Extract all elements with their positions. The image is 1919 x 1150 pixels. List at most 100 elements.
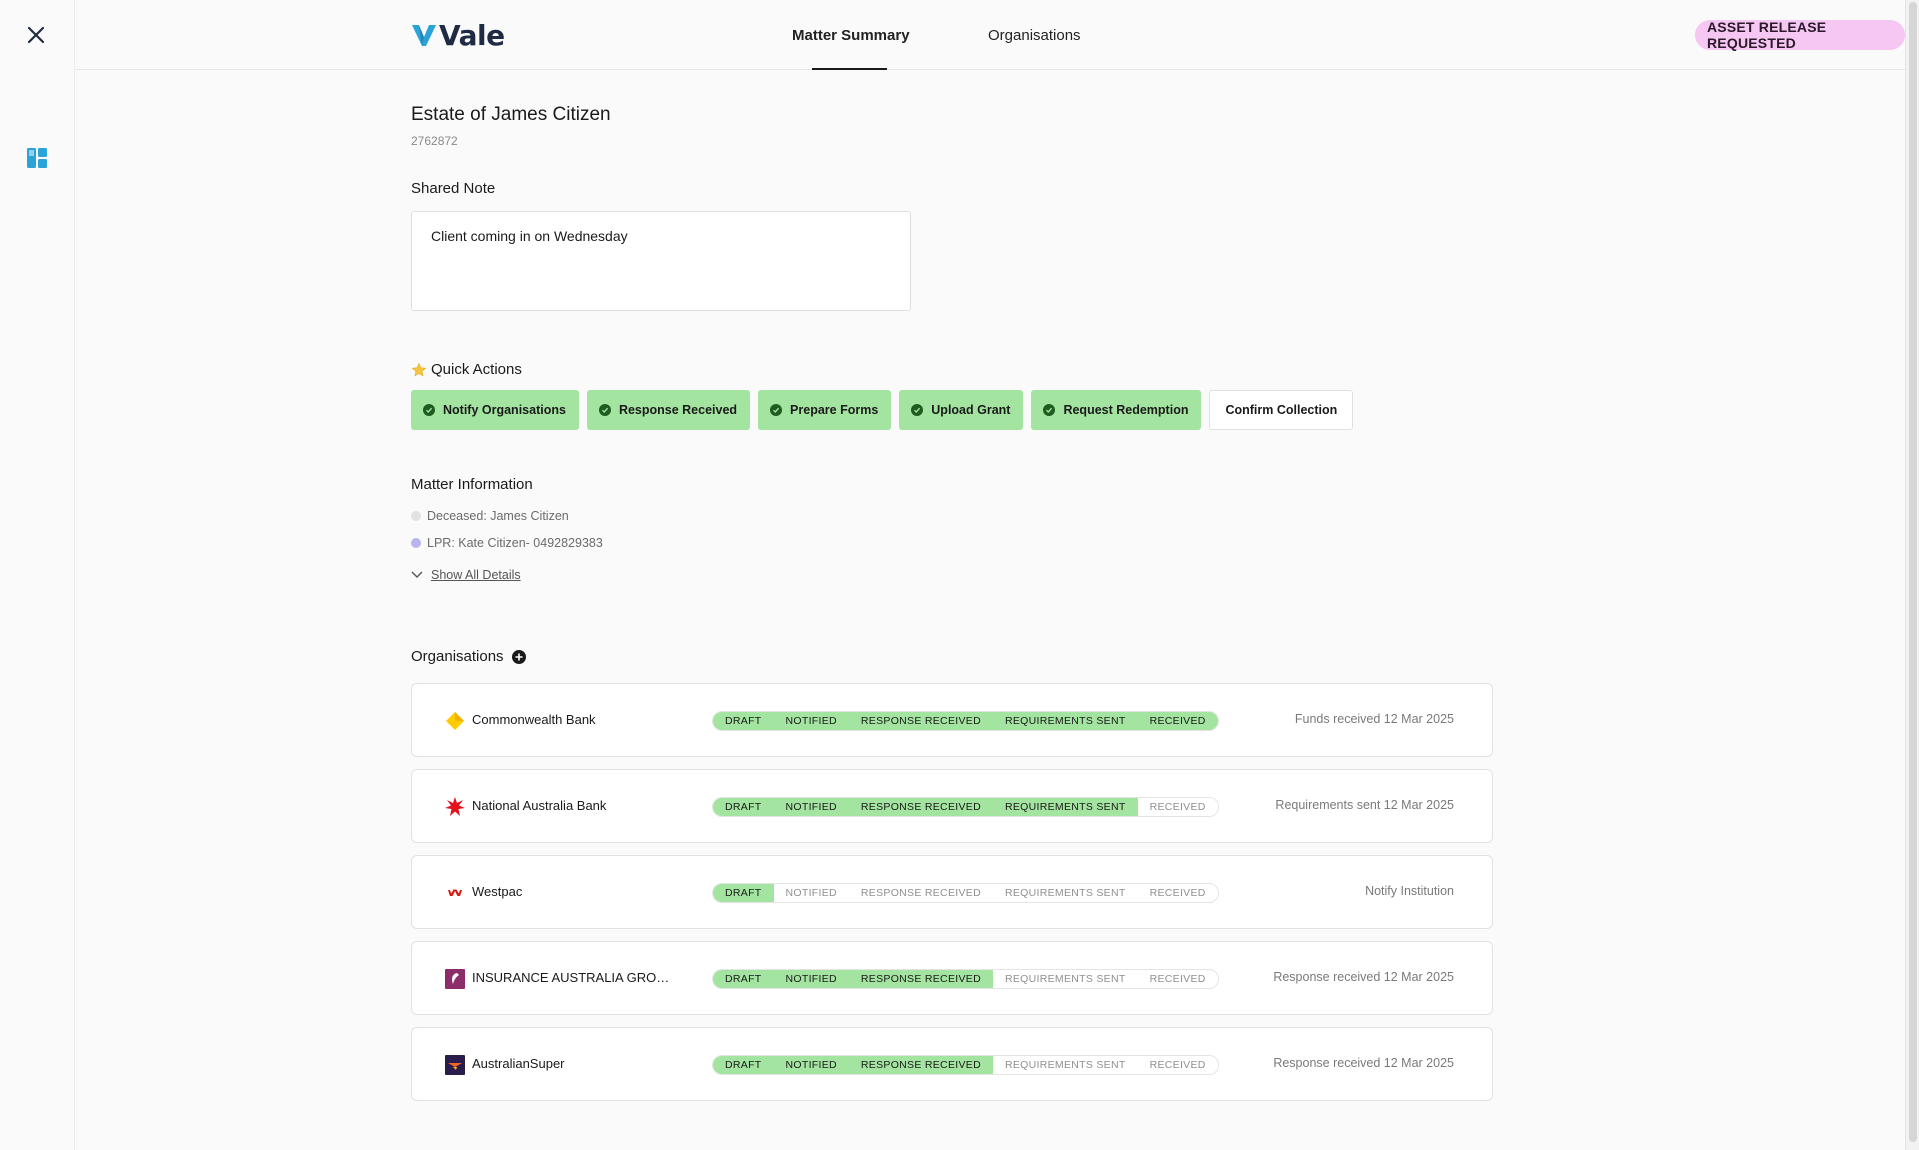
stage-progress: DRAFT NOTIFIED RESPONSE RECEIVED REQUIREMEN…	[712, 969, 1219, 989]
quick-action-label: Prepare Forms	[790, 403, 879, 417]
stage-pill: RECEIVED	[1137, 970, 1218, 988]
quick-action-label: Response Received	[618, 403, 738, 417]
tab-label: Organisations	[988, 26, 1081, 44]
quick-action-button[interactable]: Upload Grant	[899, 390, 1024, 430]
organisation-name: Commonwealth Bank	[472, 712, 596, 727]
shared-note-field[interactable]: Client coming in on Wednesday	[411, 211, 911, 311]
dashboard-icon[interactable]	[27, 148, 47, 168]
organisation-row[interactable]: INSURANCE AUSTRALIA GROUP... DRAFT NOTIFIE…	[411, 941, 1493, 1015]
organisation-status: Funds received 12 Mar 2025	[1294, 712, 1454, 726]
stage-pill: REQUIREMENTS SENT	[992, 1056, 1138, 1074]
tab-matter-summary[interactable]: Matter Summary	[792, 0, 910, 70]
left-rail	[0, 0, 75, 1150]
quick-action-button[interactable]: Notify Organisations	[411, 390, 579, 430]
nab-star-icon	[445, 797, 465, 817]
stage-pill: NOTIFIED	[773, 884, 849, 902]
stage-pill: RECEIVED	[1137, 884, 1218, 902]
stage-progress: DRAFT NOTIFIED RESPONSE RECEIVED REQUIREMEN…	[712, 711, 1219, 731]
quick-action-button[interactable]: Confirm Collection	[1209, 390, 1354, 430]
stage-pill: DRAFT	[713, 1056, 774, 1074]
show-all-details-link[interactable]: Show All Details	[411, 568, 1493, 582]
stage-pill: RECEIVED	[1137, 798, 1218, 816]
stage-pill: REQUIREMENTS SENT	[992, 798, 1138, 816]
show-all-details-label: Show All Details	[431, 568, 521, 582]
organisation-status: Response received 12 Mar 2025	[1273, 970, 1454, 984]
matter-information-label: Matter Information	[411, 476, 533, 493]
scrollbar-thumb[interactable]	[1909, 2, 1917, 1142]
organisation-name: INSURANCE AUSTRALIA GROUP...	[472, 970, 677, 985]
westpac-icon	[445, 883, 465, 903]
star-icon	[411, 362, 427, 377]
add-organisation-icon[interactable]	[511, 649, 526, 664]
quick-action-button[interactable]: Request Redemption	[1031, 390, 1202, 430]
close-icon[interactable]	[25, 24, 47, 46]
organisation-name: Westpac	[472, 884, 523, 899]
organisation-name: National Australia Bank	[472, 798, 607, 813]
bullet-dot-icon	[411, 511, 421, 521]
stage-pill: NOTIFIED	[773, 1056, 849, 1074]
stage-pill: RECEIVED	[1137, 1056, 1218, 1074]
stage-progress: DRAFT NOTIFIED RESPONSE RECEIVED REQUIREMEN…	[712, 1055, 1219, 1075]
check-icon	[598, 404, 611, 416]
stage-pill: RESPONSE RECEIVED	[848, 1056, 993, 1074]
stage-pill: DRAFT	[713, 884, 774, 902]
matter-info-item: LPR: Kate Citizen- 0492829383	[411, 536, 1493, 550]
stage-pill: REQUIREMENTS SENT	[992, 712, 1138, 730]
scrollbar[interactable]	[1905, 0, 1919, 1150]
check-icon	[1043, 404, 1056, 416]
matter-info-item: Deceased: James Citizen	[411, 509, 1493, 523]
quick-actions-row: Notify Organisations Response Received Pre…	[411, 390, 1493, 430]
chevron-down-icon	[411, 571, 423, 578]
organisation-status: Notify Institution	[1365, 884, 1454, 898]
organisation-row[interactable]: AustralianSuper DRAFT NOTIFIED RESPONSE REC…	[411, 1027, 1493, 1101]
organisation-row[interactable]: National Australia Bank DRAFT NOTIFIED RESP…	[411, 769, 1493, 843]
tab-organisations[interactable]: Organisations	[988, 0, 1081, 70]
organisation-status: Requirements sent 12 Mar 2025	[1275, 798, 1454, 812]
stage-progress: DRAFT NOTIFIED RESPONSE RECEIVED REQUIREMEN…	[712, 883, 1219, 903]
organisation-row[interactable]: Commonwealth Bank DRAFT NOTIFIED RESPONSE R…	[411, 683, 1493, 757]
organisations-heading: Organisations	[411, 648, 1493, 665]
stage-pill: DRAFT	[713, 712, 774, 730]
iag-icon	[445, 969, 465, 989]
vale-logo[interactable]: Vale	[411, 18, 505, 52]
stage-pill: DRAFT	[713, 798, 774, 816]
organisations-list: Commonwealth Bank DRAFT NOTIFIED RESPONSE R…	[411, 683, 1493, 1101]
quick-actions-heading: Quick Actions	[411, 361, 1493, 378]
stage-pill: NOTIFIED	[773, 712, 849, 730]
organisation-status: Response received 12 Mar 2025	[1273, 1056, 1454, 1070]
check-icon	[770, 404, 783, 416]
logo-text: Vale	[439, 18, 505, 52]
top-header: Vale Matter Summary Organisations ASSET …	[75, 0, 1905, 70]
matter-information-list: Deceased: James Citizen LPR: Kate Citizen…	[411, 509, 1493, 550]
shared-note-label: Shared Note	[411, 180, 496, 197]
stage-pill: NOTIFIED	[773, 798, 849, 816]
matter-info-text: LPR: Kate Citizen- 0492829383	[427, 536, 603, 550]
quick-actions-label: Quick Actions	[431, 361, 522, 378]
page-title: Estate of James Citizen	[411, 104, 611, 125]
matter-info-text: Deceased: James Citizen	[427, 509, 569, 523]
quick-action-button[interactable]: Prepare Forms	[758, 390, 892, 430]
stage-pill: REQUIREMENTS SENT	[992, 884, 1138, 902]
commonwealth-bank-icon	[445, 711, 465, 731]
bullet-dot-icon	[411, 538, 421, 548]
quick-action-label: Notify Organisations	[443, 403, 566, 417]
stage-pill: NOTIFIED	[773, 970, 849, 988]
quick-action-label: Confirm Collection	[1225, 403, 1338, 417]
tab-label: Matter Summary	[792, 26, 910, 44]
stage-pill: RESPONSE RECEIVED	[848, 712, 993, 730]
organisations-label: Organisations	[411, 648, 504, 665]
stage-pill: RECEIVED	[1137, 712, 1218, 730]
stage-pill: REQUIREMENTS SENT	[992, 970, 1138, 988]
stage-pill: RESPONSE RECEIVED	[848, 970, 993, 988]
stage-pill: RESPONSE RECEIVED	[848, 798, 993, 816]
quick-action-label: Request Redemption	[1063, 403, 1189, 417]
check-icon	[423, 404, 435, 416]
status-badge: ASSET RELEASE REQUESTED	[1695, 19, 1905, 51]
vale-logo-mark-icon	[412, 25, 436, 46]
stage-pill: RESPONSE RECEIVED	[848, 884, 993, 902]
stage-progress: DRAFT NOTIFIED RESPONSE RECEIVED REQUIREMEN…	[712, 797, 1219, 817]
organisation-row[interactable]: Westpac DRAFT NOTIFIED RESPONSE RECEIVED REQ…	[411, 855, 1493, 929]
main-content: Estate of James Citizen 2762872 Shared N…	[411, 70, 1493, 1113]
quick-action-label: Upload Grant	[931, 403, 1011, 417]
quick-action-button[interactable]: Response Received	[586, 390, 751, 430]
